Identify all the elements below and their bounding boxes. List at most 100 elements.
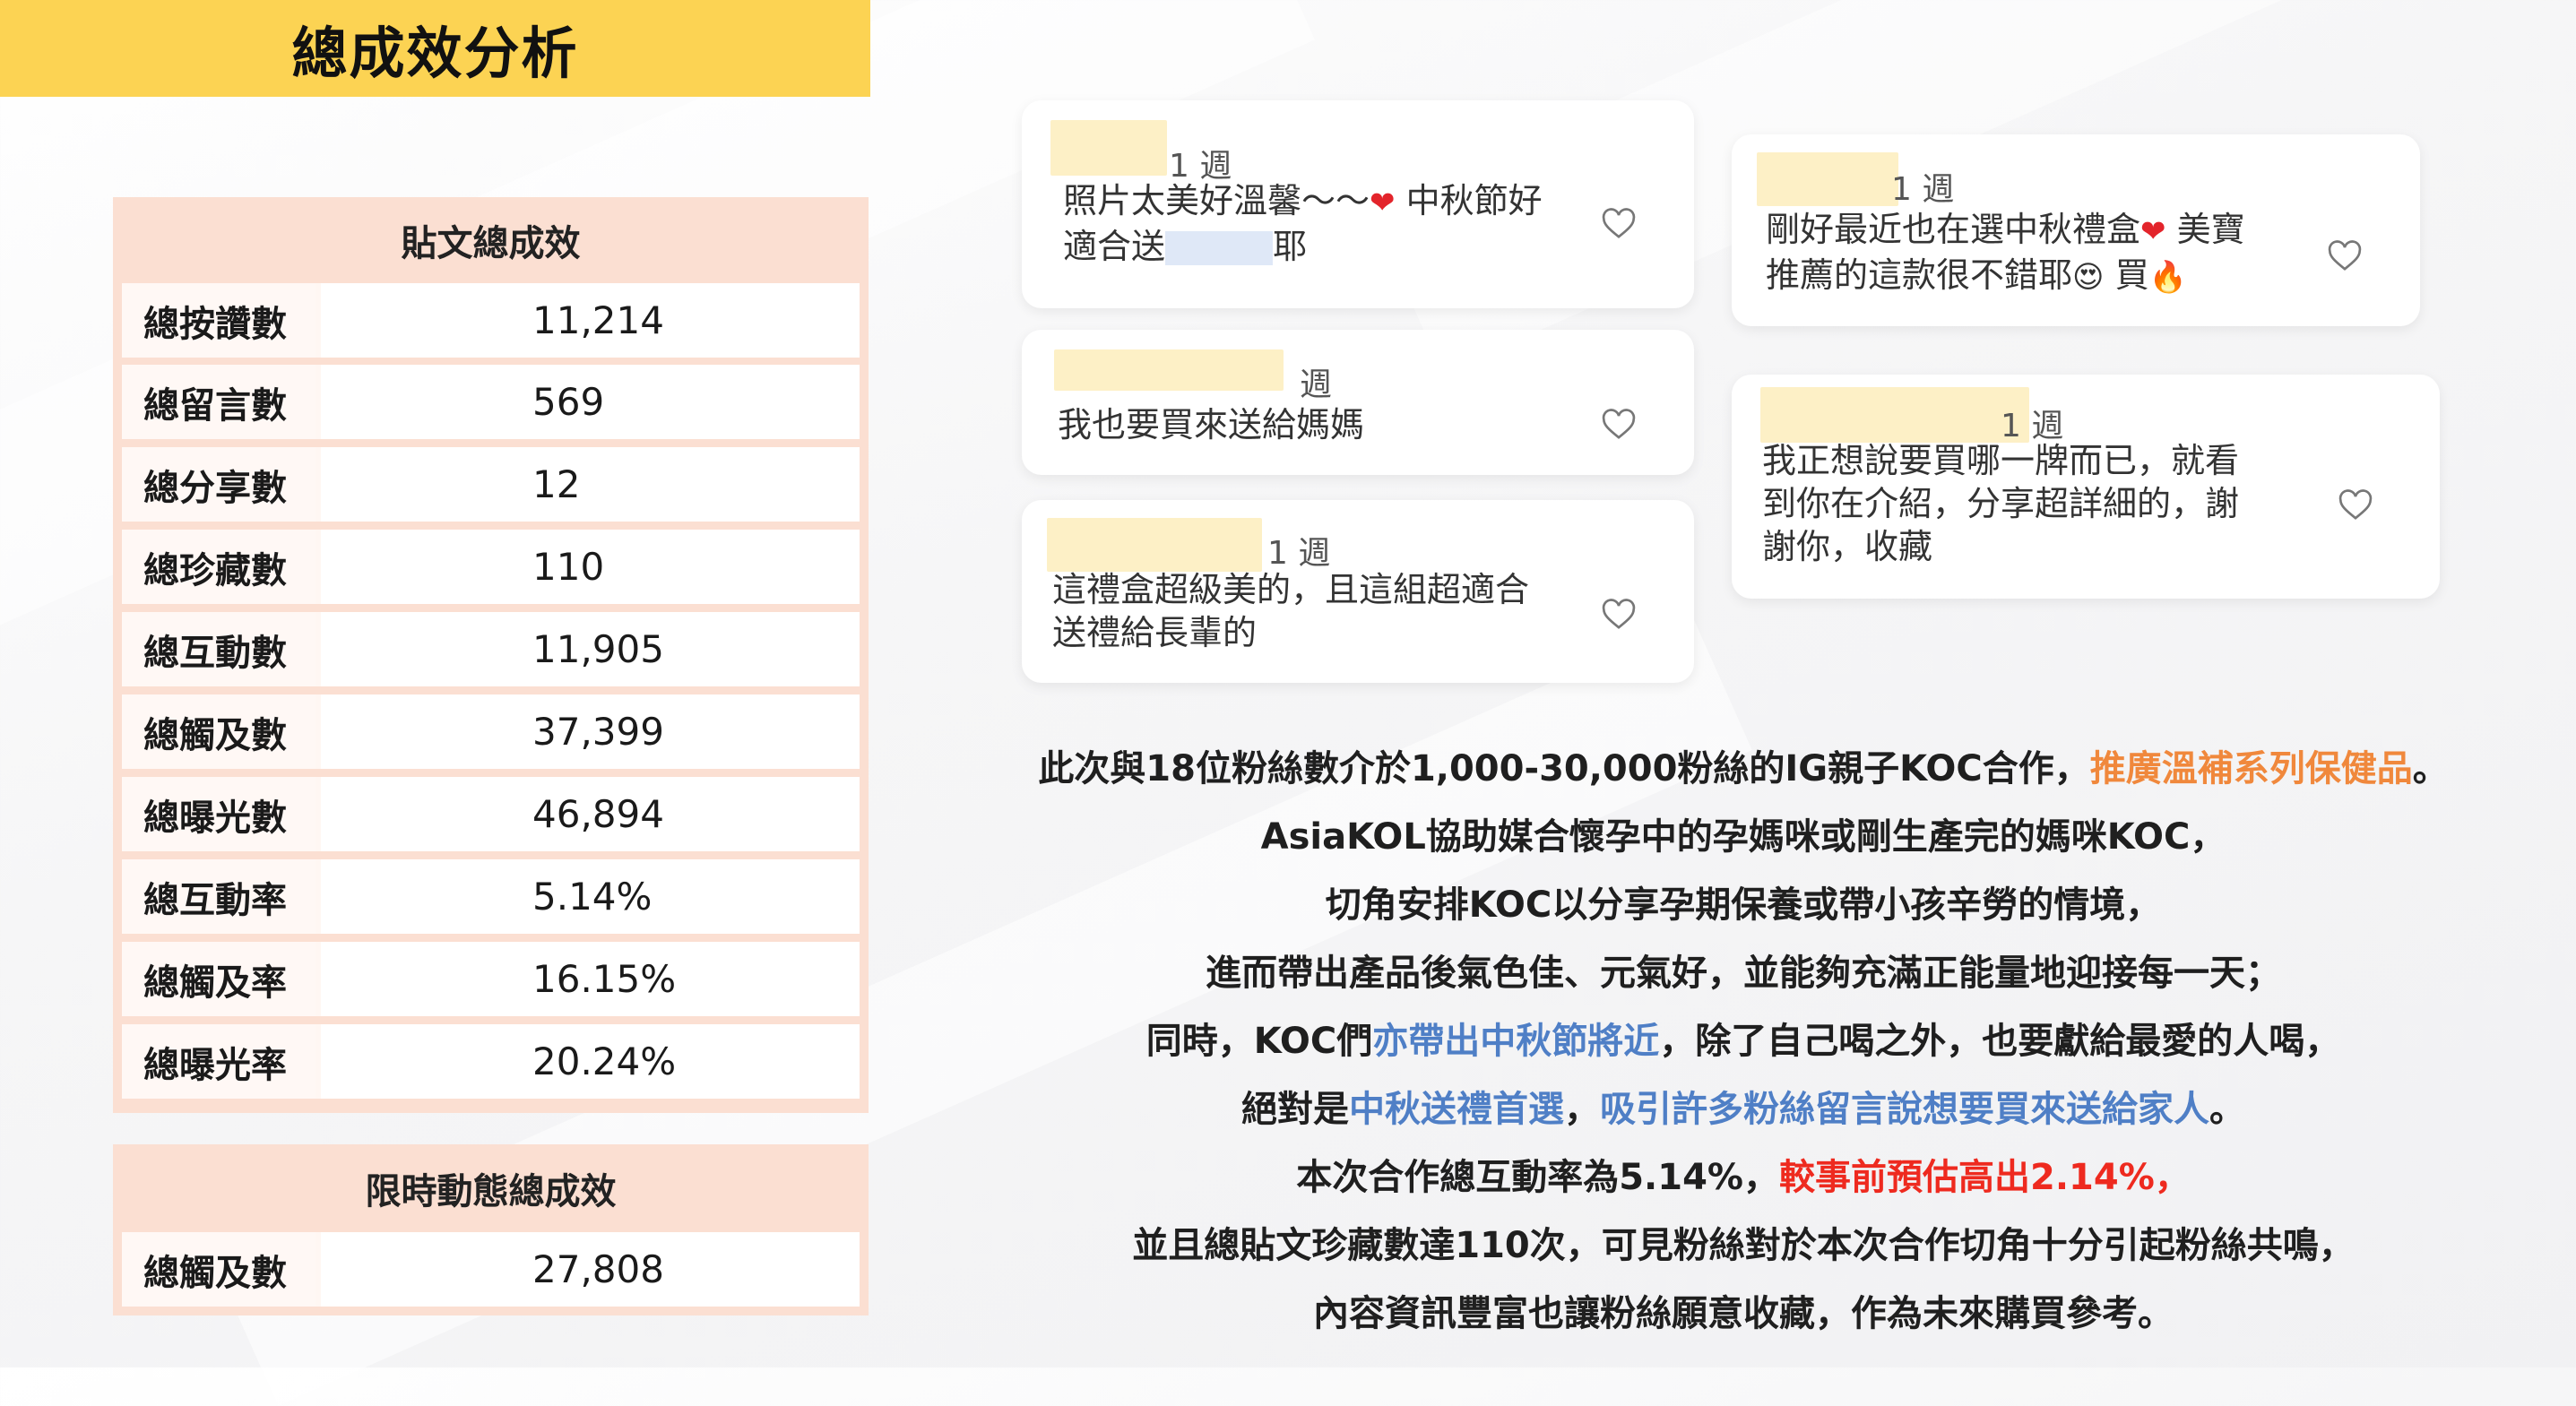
- heart-outline-icon[interactable]: [2338, 487, 2373, 523]
- comment-text-part: 照片太美好溫馨～～: [1063, 181, 1370, 220]
- comment-card: 1 週 這禮盒超級美的，且這組超適合 送禮給長輩的: [1022, 500, 1694, 683]
- redacted-username: [1054, 349, 1284, 391]
- row-label: 總觸及率: [122, 942, 316, 1016]
- comment-text-part: 美寶: [2176, 210, 2245, 249]
- comment-time: 1 週: [1267, 535, 1331, 572]
- row-label: 總留言數: [122, 365, 316, 439]
- comment-text: 剛好最近也在選中秋禮盒❤ 美寶 推薦的這款很不錯耶😍 買🔥: [1766, 208, 2245, 298]
- row-label: 總曝光數: [122, 777, 316, 851]
- row-value: 12: [321, 447, 860, 522]
- redacted-username: [1757, 152, 1898, 206]
- table-row: 總曝光數 46,894: [122, 777, 860, 851]
- paragraph-line: 進而帶出產品後氣色佳、元氣好，並能夠充滿正能量地迎接每一天；: [1206, 953, 2281, 994]
- paragraph-line: 此次與18位粉絲數介於1,000-30,000粉絲的IG親子KOC合作，推廣溫補…: [950, 735, 2537, 803]
- row-value: 569: [321, 365, 860, 439]
- row-value: 27,808: [321, 1232, 860, 1307]
- comment-text: 這禮盒超級美的，且這組超適合 送禮給長輩的: [1052, 568, 1529, 654]
- comment-text: 我也要買來送給媽媽: [1058, 405, 1365, 444]
- comment-text: 我正想說要買哪一牌而已，就看 到你在介紹，分享超詳細的，謝 謝你，收藏: [1762, 439, 2239, 568]
- text-span: 。: [2209, 1089, 2245, 1130]
- comment-text-part: 剛好最近也在選中秋禮盒: [1766, 210, 2141, 249]
- heart-outline-icon[interactable]: [2327, 238, 2363, 274]
- row-label: 總按讚數: [122, 283, 316, 358]
- comment-text-part: 推薦的這款很不錯耶: [1766, 254, 2073, 295]
- highlight-blue: 亦帶出中秋節將近: [1372, 1021, 1660, 1062]
- row-value: 5.14%: [321, 859, 860, 934]
- comment-text-part: 中秋節好: [1405, 181, 1543, 220]
- highlight-red: 較事前預估高出2.14%，: [1779, 1157, 2191, 1198]
- heart-outline-icon[interactable]: [1601, 407, 1637, 443]
- summary-paragraph: 此次與18位粉絲數介於1,000-30,000粉絲的IG親子KOC合作，推廣溫補…: [950, 735, 2537, 1348]
- row-value: 20.24%: [321, 1024, 860, 1099]
- fire-emoji: 🔥: [2148, 259, 2187, 295]
- comment-card: 1 週 剛好最近也在選中秋禮盒❤ 美寶 推薦的這款很不錯耶😍 買🔥: [1732, 134, 2420, 326]
- row-label: 總曝光率: [122, 1024, 316, 1099]
- paragraph-line: 同時，KOC們亦帶出中秋節將近，除了自己喝之外，也要獻給最愛的人喝，: [950, 1007, 2537, 1075]
- title-bar: 總成效分析: [0, 0, 870, 97]
- comment-card: 1 週 我正想說要買哪一牌而已，就看 到你在介紹，分享超詳細的，謝 謝你，收藏: [1732, 375, 2440, 599]
- highlight-blue: 中秋送禮首選: [1349, 1089, 1564, 1130]
- comment-text-part: 買: [2114, 254, 2149, 295]
- text-span: 絕對是: [1241, 1089, 1349, 1130]
- paragraph-line: 切角安排KOC以分享孕期保養或帶小孩辛勞的情境，: [1325, 884, 2162, 926]
- comment-time: 1 週: [1891, 171, 1955, 208]
- redacted-username: [1760, 387, 2029, 443]
- comment-card: 週 我也要買來送給媽媽: [1022, 330, 1694, 475]
- row-label: 總分享數: [122, 447, 316, 522]
- paragraph-line: 並且總貼文珍藏數達110次，可見粉絲對於本次合作切角十分引起粉絲共鳴，: [1132, 1225, 2355, 1266]
- table-row: 總互動數 11,905: [122, 612, 860, 686]
- table-row: 總曝光率 20.24%: [122, 1024, 860, 1099]
- redacted-mention: [1165, 231, 1274, 265]
- comment-text-part: 我正想說要買哪一牌而已，就看: [1762, 441, 2240, 480]
- redacted-username: [1050, 120, 1167, 176]
- comment-time: 週: [1300, 367, 1333, 403]
- comment-text-part: 謝你，收藏: [1762, 527, 1933, 566]
- table-row: 總按讚數 11,214: [122, 283, 860, 358]
- heart-outline-icon[interactable]: [1601, 597, 1637, 633]
- table-row: 總珍藏數 110: [122, 530, 860, 604]
- paragraph-line: 內容資訊豐富也讓粉絲願意收藏，作為未來購買參考。: [1313, 1293, 2174, 1334]
- story-performance-table: 限時動態總成效 總觸及數 27,808: [113, 1144, 869, 1315]
- comment-text: 照片太美好溫馨～～❤ 中秋節好 適合送 耶: [1063, 179, 1543, 268]
- row-value: 37,399: [321, 694, 860, 769]
- comment-text-part: 這禮盒超級美的，且這組超適合: [1052, 570, 1530, 609]
- row-label: 總互動率: [122, 859, 316, 934]
- row-label: 總珍藏數: [122, 530, 316, 604]
- table-row: 總觸及數 27,808: [122, 1232, 860, 1307]
- table-header: 貼文總成效: [401, 223, 581, 264]
- table-header: 限時動態總成效: [365, 1171, 617, 1212]
- comment-card: 1 週 照片太美好溫馨～～❤ 中秋節好 適合送耶: [1022, 100, 1694, 308]
- row-value: 110: [321, 530, 860, 604]
- redacted-username: [1047, 518, 1262, 572]
- row-label: 總觸及數: [122, 694, 316, 769]
- heart-outline-icon[interactable]: [1601, 206, 1637, 242]
- text-span: 此次與18位粉絲數介於1,000-30,000粉絲的IG親子KOC合作，: [1038, 748, 2090, 789]
- text-span: ，: [1564, 1089, 1600, 1130]
- paragraph-line: AsiaKOL協助媒合懷孕中的孕媽咪或剛生產完的媽咪KOC，: [1260, 816, 2226, 858]
- table-row: 總分享數 12: [122, 447, 860, 522]
- table-row: 總互動率 5.14%: [122, 859, 860, 934]
- red-heart-emoji: ❤: [1370, 185, 1396, 221]
- row-value: 11,905: [321, 612, 860, 686]
- highlight-orange: 推廣溫補系列保健品: [2089, 748, 2413, 789]
- row-label: 總觸及數: [122, 1232, 316, 1307]
- highlight-blue: 吸引許多粉絲留言說想要買來送給家人: [1600, 1089, 2209, 1130]
- text-span: 本次合作總互動率為5.14%，: [1296, 1157, 1779, 1198]
- page-title: 總成效分析: [291, 21, 579, 86]
- comment-text-part: 到你在介紹，分享超詳細的，謝: [1762, 484, 2240, 523]
- comment-text-part: 耶: [1273, 226, 1308, 266]
- table-row: 總留言數 569: [122, 365, 860, 439]
- row-value: 46,894: [321, 777, 860, 851]
- row-label: 總互動數: [122, 612, 316, 686]
- table-row: 總觸及率 16.15%: [122, 942, 860, 1016]
- heart-eyes-emoji: 😍: [2072, 259, 2105, 295]
- row-value: 16.15%: [321, 942, 860, 1016]
- paragraph-line: 本次合作總互動率為5.14%，較事前預估高出2.14%，: [950, 1143, 2537, 1212]
- text-span: 。: [2412, 748, 2449, 789]
- text-span: 同時，KOC們: [1145, 1021, 1373, 1062]
- row-value: 11,214: [321, 283, 860, 358]
- paragraph-line: 絕對是中秋送禮首選，吸引許多粉絲留言說想要買來送給家人。: [950, 1075, 2537, 1143]
- comment-text-part: 適合送: [1063, 226, 1166, 266]
- text-span: ，除了自己喝之外，也要獻給最愛的人喝，: [1659, 1021, 2341, 1062]
- comment-text-part: 送禮給長輩的: [1052, 613, 1258, 652]
